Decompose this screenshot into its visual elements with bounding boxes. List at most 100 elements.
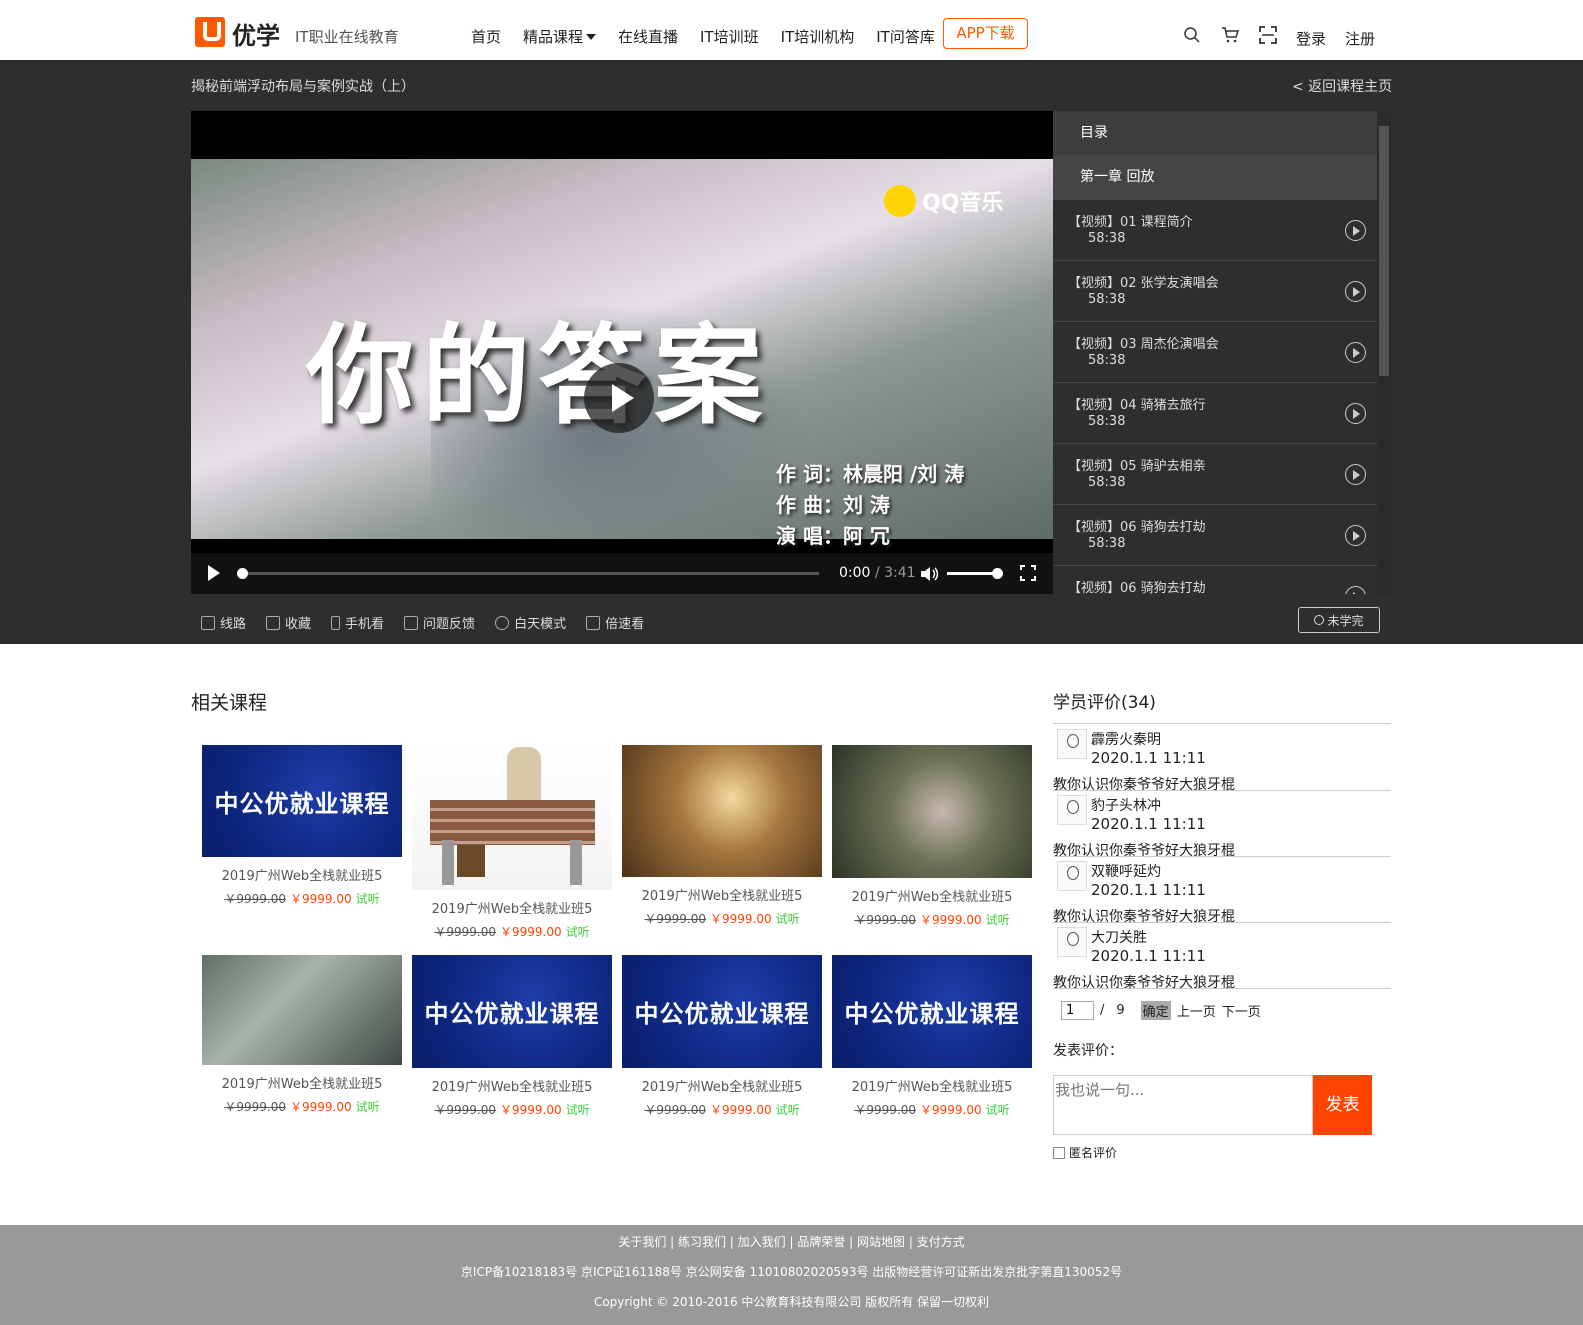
nav-training[interactable]: IT培训班	[700, 26, 759, 47]
lesson-item[interactable]: 【视频】01 课程简介 58:38	[1053, 200, 1377, 261]
login-link[interactable]: 登录	[1296, 28, 1326, 49]
course-price: ￥9999.00 ￥9999.00 试听	[622, 910, 822, 927]
progress-bar[interactable]	[237, 568, 819, 579]
video-player[interactable]: QQ音乐 你的答案 作 词：林晨阳 /刘 涛 作 曲：刘 涛 演 唱：阿 冗 0…	[191, 111, 1053, 594]
lesson-name: 【视频】05 骑驴去相亲	[1068, 459, 1206, 474]
catalog-scrollbar[interactable]	[1377, 111, 1391, 594]
mobile-watch-button[interactable]: 手机看	[331, 613, 384, 632]
footer-copyright: Copyright © 2010-2016 中公教育科技有限公司 版权所有 保留…	[593, 1295, 990, 1309]
trial-link[interactable]: 试听	[356, 1100, 380, 1114]
trial-link[interactable]: 试听	[986, 1103, 1010, 1117]
scrollbar-thumb[interactable]	[1379, 126, 1389, 376]
app-download-button[interactable]: APP下载	[943, 18, 1028, 49]
lesson-item[interactable]: 【视频】04 骑猪去旅行 58:38	[1053, 383, 1377, 444]
course-name: 2019广州Web全栈就业班5	[221, 1077, 383, 1092]
current-price: ￥9999.00	[709, 912, 772, 926]
player-toolbar: 线路 收藏 手机看 问题反馈 白天模式 倍速看	[201, 613, 664, 632]
current-price: ￥9999.00	[499, 1103, 562, 1117]
chapter-header[interactable]: 第一章 回放	[1053, 155, 1377, 200]
volume-icon[interactable]	[920, 566, 938, 582]
volume-slider[interactable]	[947, 568, 1003, 579]
lesson-item[interactable]: 【视频】05 骑驴去相亲 58:38	[1053, 444, 1377, 505]
course-card[interactable]: 中公优就业课程 2019广州Web全栈就业班5 ￥9999.00 ￥9999.00…	[412, 955, 612, 1118]
play-circle-icon[interactable]	[1345, 281, 1366, 302]
play-icon[interactable]	[208, 565, 220, 581]
course-card[interactable]: 2019广州Web全栈就业班5 ￥9999.00 ￥9999.00 试听	[202, 955, 402, 1115]
trial-link[interactable]: 试听	[776, 912, 800, 926]
cart-icon[interactable]	[1221, 26, 1239, 44]
nav-live[interactable]: 在线直播	[618, 26, 678, 47]
course-title: 揭秘前端浮动布局与案例实战（上）	[191, 79, 415, 95]
prev-page-link[interactable]: 上一页	[1177, 1001, 1216, 1020]
feedback-label: 问题反馈	[423, 617, 476, 632]
volume-handle[interactable]	[991, 568, 1003, 579]
footer-links[interactable]: 关于我们 | 练习我们 | 加入我们 | 品牌荣誉 | 网站地图 | 支付方式	[0, 1233, 1583, 1250]
next-page-link[interactable]: 下一页	[1222, 1001, 1261, 1020]
logo-text[interactable]: 优学	[232, 16, 280, 51]
anonymous-checkbox[interactable]: 匿名评价	[1053, 1144, 1117, 1161]
logo-icon[interactable]	[195, 17, 225, 47]
progress-handle[interactable]	[237, 568, 248, 579]
course-name: 2019广州Web全栈就业班5	[431, 1080, 593, 1095]
trial-link[interactable]: 试听	[566, 1103, 590, 1117]
route-button[interactable]: 线路	[201, 613, 246, 632]
fullscreen-icon[interactable]	[1020, 565, 1036, 581]
feedback-button[interactable]: 问题反馈	[404, 613, 475, 632]
post-review-button[interactable]: 发表	[1313, 1075, 1372, 1135]
checkbox-icon[interactable]	[1053, 1146, 1065, 1159]
play-circle-icon[interactable]	[1345, 220, 1366, 241]
speed-button[interactable]: 倍速看	[586, 613, 644, 632]
nav-institutions[interactable]: IT培训机构	[781, 26, 855, 47]
course-price: ￥9999.00 ￥9999.00 试听	[832, 1101, 1032, 1118]
search-icon[interactable]	[1183, 26, 1201, 44]
learning-status-button[interactable]: 未学完	[1298, 607, 1380, 633]
page-number-input[interactable]	[1061, 1001, 1094, 1020]
course-card[interactable]: 2019广州Web全栈就业班5 ￥9999.00 ￥9999.00 试听	[832, 745, 1032, 928]
trial-link[interactable]: 试听	[986, 913, 1010, 927]
top-header: 优学 IT职业在线教育 首页 精品课程 在线直播 IT培训班 IT培训机构 IT…	[0, 0, 1583, 60]
star-icon	[266, 615, 281, 630]
favorite-label: 收藏	[285, 617, 312, 632]
play-circle-icon[interactable]	[1345, 342, 1366, 363]
lesson-item[interactable]: 【视频】06 骑狗去打劫 58:38	[1053, 505, 1377, 566]
register-link[interactable]: 注册	[1345, 28, 1375, 49]
route-label: 线路	[220, 617, 247, 632]
play-circle-icon[interactable]	[1345, 403, 1366, 424]
play-circle-icon[interactable]	[1345, 586, 1366, 594]
center-play-button[interactable]	[584, 363, 654, 433]
trial-link[interactable]: 试听	[776, 1103, 800, 1117]
nav-home[interactable]: 首页	[471, 26, 501, 47]
course-card[interactable]: 中公优就业课程 2019广州Web全栈就业班5 ￥9999.00 ￥9999.00…	[202, 745, 402, 907]
trial-link[interactable]: 试听	[356, 892, 380, 906]
day-mode-button[interactable]: 白天模式	[495, 613, 566, 632]
back-to-course-link[interactable]: < 返回课程主页	[1292, 76, 1392, 96]
divider	[1053, 723, 1391, 724]
review-text: 教你认识你秦爷爷好大狼牙棍	[1053, 975, 1235, 991]
lesson-item[interactable]: 【视频】02 张学友演唱会 58:38	[1053, 261, 1377, 322]
play-circle-icon[interactable]	[1345, 464, 1366, 485]
time-separator: /	[874, 565, 880, 581]
course-card[interactable]: 中公优就业课程 2019广州Web全栈就业班5 ￥9999.00 ￥9999.00…	[622, 955, 822, 1118]
review-textarea[interactable]	[1053, 1075, 1313, 1135]
course-card[interactable]: 2019广州Web全栈就业班5 ￥9999.00 ￥9999.00 试听	[412, 745, 612, 940]
course-card[interactable]: 中公优就业课程 2019广州Web全栈就业班5 ￥9999.00 ￥9999.00…	[832, 955, 1032, 1118]
course-name: 2019广州Web全栈就业班5	[851, 1080, 1013, 1095]
favorite-button[interactable]: 收藏	[266, 613, 311, 632]
old-price: ￥9999.00	[644, 912, 706, 926]
nav-courses[interactable]: 精品课程	[523, 26, 597, 47]
trial-link[interactable]: 试听	[566, 925, 590, 939]
lesson-name: 【视频】06 骑狗去打劫	[1068, 520, 1206, 535]
scan-icon[interactable]	[1259, 26, 1277, 44]
play-circle-icon[interactable]	[1345, 525, 1366, 546]
old-price: ￥9999.00	[854, 913, 916, 927]
reviewer-name: 豹子头林冲	[1091, 798, 1161, 814]
course-card[interactable]: 2019广州Web全栈就业班5 ￥9999.00 ￥9999.00 试听	[622, 745, 822, 927]
lesson-duration: 58:38	[1088, 292, 1126, 307]
lesson-item[interactable]: 【视频】06 骑狗去打劫	[1053, 566, 1377, 594]
avatar	[1057, 861, 1087, 891]
nav-qa[interactable]: IT问答库	[876, 26, 935, 47]
page-confirm-button[interactable]: 确定	[1140, 1001, 1171, 1020]
lesson-item[interactable]: 【视频】03 周杰伦演唱会 58:38	[1053, 322, 1377, 383]
lesson-name: 【视频】06 骑狗去打劫	[1068, 581, 1206, 594]
course-thumbnail: 中公优就业课程	[202, 745, 402, 857]
